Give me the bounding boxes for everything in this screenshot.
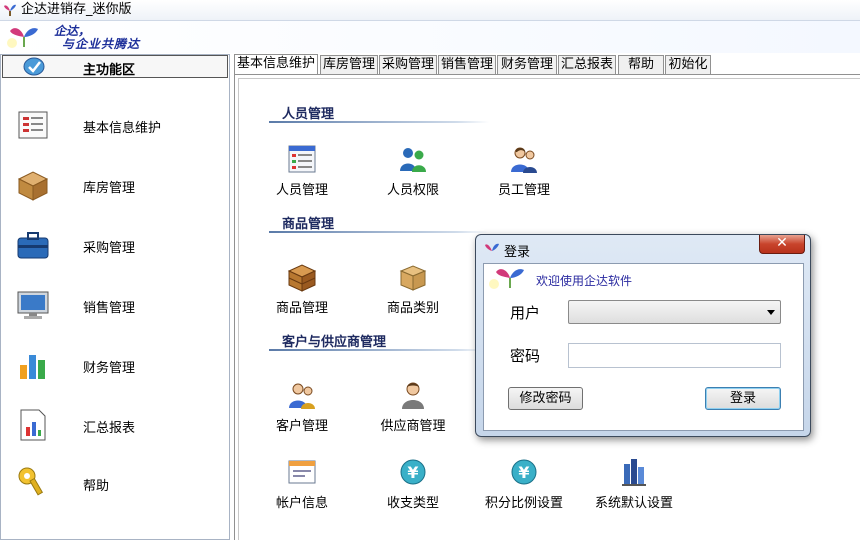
sidebar-item-help[interactable]: 帮助 (15, 465, 225, 505)
tab-reports[interactable]: 汇总报表 (558, 55, 616, 75)
sidebar-item-label: 销售管理 (83, 301, 136, 316)
sidebar-item-label: 库房管理 (83, 181, 136, 196)
sidebar-header-label: 主功能区 (83, 63, 136, 78)
tab-finance[interactable]: 财务管理 (497, 55, 557, 75)
tool-account-info[interactable]: 帐户信息 (257, 456, 347, 511)
tab-warehouse[interactable]: 库房管理 (320, 55, 378, 75)
section-title-personnel: 人员管理 (282, 107, 335, 122)
tool-label: 员工管理 (497, 183, 550, 198)
sidebar-item-purchase[interactable]: 采购管理 (15, 227, 225, 267)
tool-customer-management[interactable]: 客户管理 (257, 379, 347, 434)
login-form: 欢迎使用企达软件 用户 密码 修改密码 登录 (483, 263, 804, 431)
tool-label: 供应商管理 (380, 419, 446, 434)
company-logo-icon (489, 269, 524, 289)
employees-icon (511, 147, 537, 173)
user-select[interactable] (568, 300, 781, 324)
info-form-icon (18, 111, 48, 139)
password-label: 密码 (510, 347, 541, 365)
main-function-panel: 主功能区 基本信息维护 库房管理 采购管理 销售管理 财务管理 汇总报表 帮助 (0, 54, 230, 540)
tab-help[interactable]: 帮助 (618, 55, 664, 75)
tab-sales[interactable]: 销售管理 (438, 55, 496, 75)
user-label: 用户 (510, 304, 541, 322)
personnel-list-icon (288, 145, 316, 173)
window-title: 企达进销存_迷你版 (21, 2, 132, 17)
sidebar-item-label: 汇总报表 (83, 421, 136, 436)
app-logo-icon (4, 4, 16, 16)
tool-label: 人员权限 (386, 183, 439, 198)
slogan-line-2: 与企业共腾达 (62, 37, 141, 51)
tool-label: 帐户信息 (275, 496, 328, 511)
tool-label: 积分比例设置 (484, 496, 563, 511)
tool-personnel-permissions[interactable]: 人员权限 (368, 143, 458, 198)
section-title-goods: 商品管理 (282, 217, 335, 232)
tool-label: 客户管理 (275, 419, 328, 434)
login-button[interactable]: 登录 (705, 387, 781, 410)
module-tabs: 基本信息维护 库房管理 采购管理 销售管理 财务管理 汇总报表 帮助 初始化 (234, 54, 860, 75)
sidebar-item-sales[interactable]: 销售管理 (15, 287, 225, 327)
tool-points-ratio-settings[interactable]: ¥ 积分比例设置 (479, 456, 569, 511)
yen-coin-icon: ¥ (400, 459, 426, 485)
checkmark-icon (23, 57, 45, 76)
sidebar-item-label: 财务管理 (83, 361, 136, 376)
customers-icon (289, 383, 315, 409)
sidebar-item-basic-info[interactable]: 基本信息维护 (15, 107, 225, 147)
yen-coin-icon: ¥ (511, 459, 537, 485)
account-window-icon (288, 460, 316, 484)
tool-income-expense-type[interactable]: ¥ 收支类型 (368, 456, 458, 511)
sidebar-item-label: 基本信息维护 (83, 121, 162, 136)
briefcase-icon (17, 232, 49, 259)
tool-personnel-management[interactable]: 人员管理 (257, 143, 347, 198)
close-button[interactable]: ✕ (759, 235, 805, 254)
company-logo-icon (7, 28, 38, 48)
report-icon (20, 409, 46, 441)
dialog-title: 登录 (504, 245, 531, 260)
help-key-icon (18, 467, 44, 496)
svg-text:¥: ¥ (407, 463, 418, 482)
cardboard-box-icon (399, 265, 427, 291)
section-divider (269, 349, 489, 351)
tool-label: 商品管理 (275, 301, 328, 316)
tool-supplier-management[interactable]: 供应商管理 (368, 379, 458, 434)
supplier-person-icon (402, 382, 424, 409)
window-titlebar: 企达进销存_迷你版 (0, 0, 860, 21)
tab-initialize[interactable]: 初始化 (665, 55, 711, 75)
bar-chart-icon (20, 355, 45, 379)
app-banner: 企达， 与企业共腾达 (0, 21, 860, 53)
sidebar-item-finance[interactable]: 财务管理 (15, 347, 225, 387)
svg-text:¥: ¥ (518, 463, 529, 482)
server-stack-icon (622, 459, 646, 486)
app-logo-icon (485, 243, 499, 251)
warehouse-box-icon (17, 171, 49, 201)
tool-label: 系统默认设置 (594, 496, 673, 511)
sidebar-item-reports[interactable]: 汇总报表 (15, 407, 225, 447)
chevron-down-icon (767, 310, 775, 315)
welcome-text: 欢迎使用企达软件 (536, 274, 633, 288)
users-group-icon (400, 148, 426, 172)
password-input[interactable] (568, 343, 781, 368)
tool-label: 商品类别 (386, 301, 439, 316)
tool-label: 收支类型 (386, 496, 439, 511)
sidebar-header: 主功能区 (2, 55, 228, 78)
tool-goods-management[interactable]: 商品管理 (257, 261, 347, 316)
section-title-customer-supplier: 客户与供应商管理 (282, 335, 387, 350)
monitor-icon (17, 291, 49, 319)
sidebar-item-label: 采购管理 (83, 241, 136, 256)
sidebar-item-warehouse[interactable]: 库房管理 (15, 167, 225, 207)
section-divider (269, 121, 489, 123)
tool-label: 人员管理 (275, 183, 328, 198)
tab-purchase[interactable]: 采购管理 (379, 55, 437, 75)
sidebar-item-label: 帮助 (83, 479, 110, 494)
change-password-button[interactable]: 修改密码 (508, 387, 583, 410)
goods-crates-icon (287, 264, 317, 292)
tool-employee-management[interactable]: 员工管理 (479, 143, 569, 198)
section-divider (269, 231, 489, 233)
tool-goods-category[interactable]: 商品类别 (368, 261, 458, 316)
tab-basic-info[interactable]: 基本信息维护 (234, 54, 318, 75)
tool-system-default-settings[interactable]: 系统默认设置 (584, 456, 684, 511)
login-dialog: 登录 ✕ 欢迎使用企达软件 用户 密码 修改密码 登录 (475, 234, 811, 437)
